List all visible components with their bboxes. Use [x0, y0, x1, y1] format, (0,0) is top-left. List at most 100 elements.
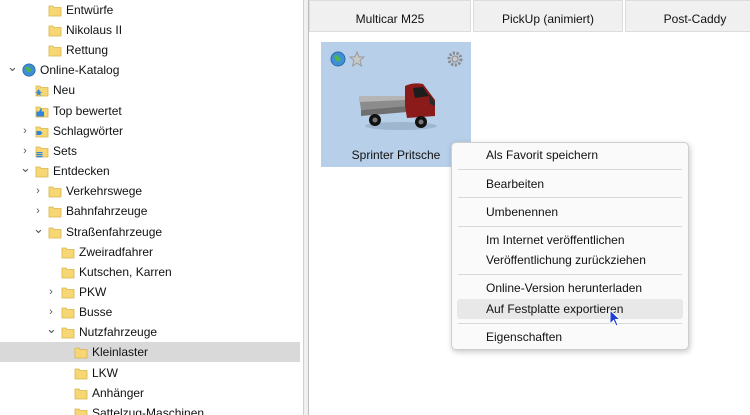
tree-item-neu[interactable]: Neu: [0, 80, 300, 100]
menu-item-veroeffentlichung-zurueckziehen[interactable]: Veröffentlichung zurückziehen: [457, 250, 683, 270]
tree-item-label: Schlagwörter: [53, 124, 124, 138]
menu-item-label: Online-Version herunterladen: [486, 281, 643, 295]
folder-icon: [74, 345, 88, 359]
menu-separator: [458, 197, 682, 198]
menu-item-label: Bearbeiten: [486, 177, 545, 191]
tree-item-label: Sattelzug-Maschinen: [92, 406, 205, 415]
truck-thumbnail: [359, 83, 437, 130]
folder-icon: [35, 164, 49, 178]
tree-item-rettung[interactable]: Rettung: [0, 40, 300, 60]
menu-separator: [458, 226, 682, 227]
tree-item-label: Verkehrswege: [66, 184, 143, 198]
folder-icon: [61, 265, 75, 279]
chevron-right-icon[interactable]: ›: [46, 306, 56, 318]
tile-name: Sprinter Pritsche: [351, 148, 441, 162]
menu-item-bearbeiten[interactable]: Bearbeiten: [457, 174, 683, 194]
menu-item-label: Im Internet veröffentlichen: [486, 233, 625, 247]
folder-icon: [74, 406, 88, 415]
card-label: PickUp (animiert): [501, 12, 594, 26]
card-post-caddy[interactable]: Post-Caddy: [625, 0, 750, 32]
chevron-right-icon[interactable]: ›: [33, 205, 43, 217]
catalog-tile-selected[interactable]: Sprinter Pritsche: [321, 42, 471, 167]
tree-item-entwurfe[interactable]: Entwürfe: [0, 0, 300, 20]
tree-item-zweiradfahrer[interactable]: Zweiradfahrer: [0, 242, 300, 262]
folder-tree: Entwürfe Nikolaus II Rettung ⌄ Online-Katalo…: [0, 0, 303, 415]
chevron-down-icon[interactable]: ⌄: [46, 322, 57, 335]
menu-item-umbenennen[interactable]: Umbenennen: [457, 202, 683, 222]
menu-item-label: Als Favorit speichern: [486, 148, 599, 162]
tree-item-label: Online-Katalog: [40, 63, 120, 77]
thumbs-up-folder-icon: [35, 104, 49, 118]
chevron-right-icon[interactable]: ›: [20, 125, 30, 137]
menu-item-label: Auf Festplatte exportieren: [486, 302, 624, 316]
tag-folder-icon: [35, 124, 49, 138]
tree-item-sattelzug-maschinen[interactable]: Sattelzug-Maschinen: [0, 403, 300, 415]
folder-icon: [74, 386, 88, 400]
folder-icon: [48, 225, 62, 239]
card-label: Post-Caddy: [663, 12, 727, 26]
tree-item-pkw[interactable]: › PKW: [0, 282, 300, 302]
tree-item-label: Nutzfahrzeuge: [79, 325, 158, 339]
tree-item-online-katalog[interactable]: ⌄ Online-Katalog: [0, 60, 300, 80]
folder-icon: [61, 305, 75, 319]
folder-icon: [61, 285, 75, 299]
tree-item-label: Top bewertet: [53, 104, 122, 118]
menu-item-eigenschaften[interactable]: Eigenschaften: [457, 327, 683, 347]
tree-item-label: Rettung: [66, 43, 109, 57]
tree-item-nikolaus-ii[interactable]: Nikolaus II: [0, 20, 300, 40]
chevron-right-icon[interactable]: ›: [20, 145, 30, 157]
tree-item-label: Neu: [53, 83, 76, 97]
tree-item-label: Kleinlaster: [92, 345, 149, 359]
folder-icon: [48, 23, 62, 37]
tree-item-label: Entwürfe: [66, 3, 114, 17]
tree-item-label: Sets: [53, 144, 78, 158]
tree-item-label: Kutschen, Karren: [79, 265, 172, 279]
gear-icon[interactable]: [447, 51, 463, 67]
tree-item-entdecken[interactable]: ⌄ Entdecken: [0, 161, 300, 181]
menu-item-label: Eigenschaften: [486, 330, 563, 344]
menu-item-online-version-herunterladen[interactable]: Online-Version herunterladen: [457, 278, 683, 298]
tree-item-nutzfahrzeuge[interactable]: ⌄ Nutzfahrzeuge: [0, 322, 300, 342]
tree-item-label: Nikolaus II: [66, 23, 123, 37]
tree-item-label: PKW: [79, 285, 107, 299]
menu-item-auf-festplatte-exportieren[interactable]: Auf Festplatte exportieren: [457, 299, 683, 319]
card-pickup[interactable]: PickUp (animiert): [473, 0, 623, 32]
tree-item-busse[interactable]: › Busse: [0, 302, 300, 322]
menu-item-label: Veröffentlichung zurückziehen: [486, 253, 646, 267]
mouse-pointer-icon: [609, 309, 621, 327]
tree-item-label: Bahnfahrzeuge: [66, 204, 148, 218]
menu-separator: [458, 323, 682, 324]
folder-icon: [61, 325, 75, 339]
globe-icon[interactable]: [330, 51, 346, 67]
folder-icon: [48, 184, 62, 198]
folder-icon: [48, 3, 62, 17]
tree-item-bahnfahrzeuge[interactable]: › Bahnfahrzeuge: [0, 201, 300, 221]
tree-item-schlagworter[interactable]: › Schlagwörter: [0, 121, 300, 141]
new-folder-icon: [35, 83, 49, 97]
tree-item-kutschen-karren[interactable]: Kutschen, Karren: [0, 262, 300, 282]
globe-icon: [22, 63, 36, 77]
tree-item-verkehrswege[interactable]: › Verkehrswege: [0, 181, 300, 201]
chevron-down-icon[interactable]: ⌄: [7, 60, 18, 73]
tree-item-label: Zweiradfahrer: [79, 245, 154, 259]
chevron-down-icon[interactable]: ⌄: [20, 161, 31, 174]
card-multicar[interactable]: Multicar M25: [309, 0, 471, 32]
menu-item-im-internet-veroeffentlichen[interactable]: Im Internet veröffentlichen: [457, 230, 683, 250]
set-folder-icon: [35, 144, 49, 158]
tree-item-lkw[interactable]: LKW: [0, 363, 300, 383]
menu-item-label: Umbenennen: [486, 205, 559, 219]
tree-item-top-bewertet[interactable]: Top bewertet: [0, 101, 300, 121]
tree-item-anhanger[interactable]: Anhänger: [0, 383, 300, 403]
tree-item-label: Busse: [79, 305, 113, 319]
chevron-right-icon[interactable]: ›: [46, 286, 56, 298]
context-menu: Als Favorit speichern Bearbeiten Umbenen…: [451, 142, 689, 350]
tree-item-sets[interactable]: › Sets: [0, 141, 300, 161]
tree-item-label: Entdecken: [53, 164, 110, 178]
folder-icon: [48, 43, 62, 57]
menu-item-als-favorit-speichern[interactable]: Als Favorit speichern: [457, 145, 683, 165]
tree-item-kleinlaster[interactable]: Kleinlaster: [0, 342, 300, 362]
tree-item-strassenfahrzeuge[interactable]: ⌄ Straßenfahrzeuge: [0, 222, 300, 242]
chevron-down-icon[interactable]: ⌄: [33, 222, 44, 235]
star-icon[interactable]: [349, 51, 365, 67]
chevron-right-icon[interactable]: ›: [33, 185, 43, 197]
